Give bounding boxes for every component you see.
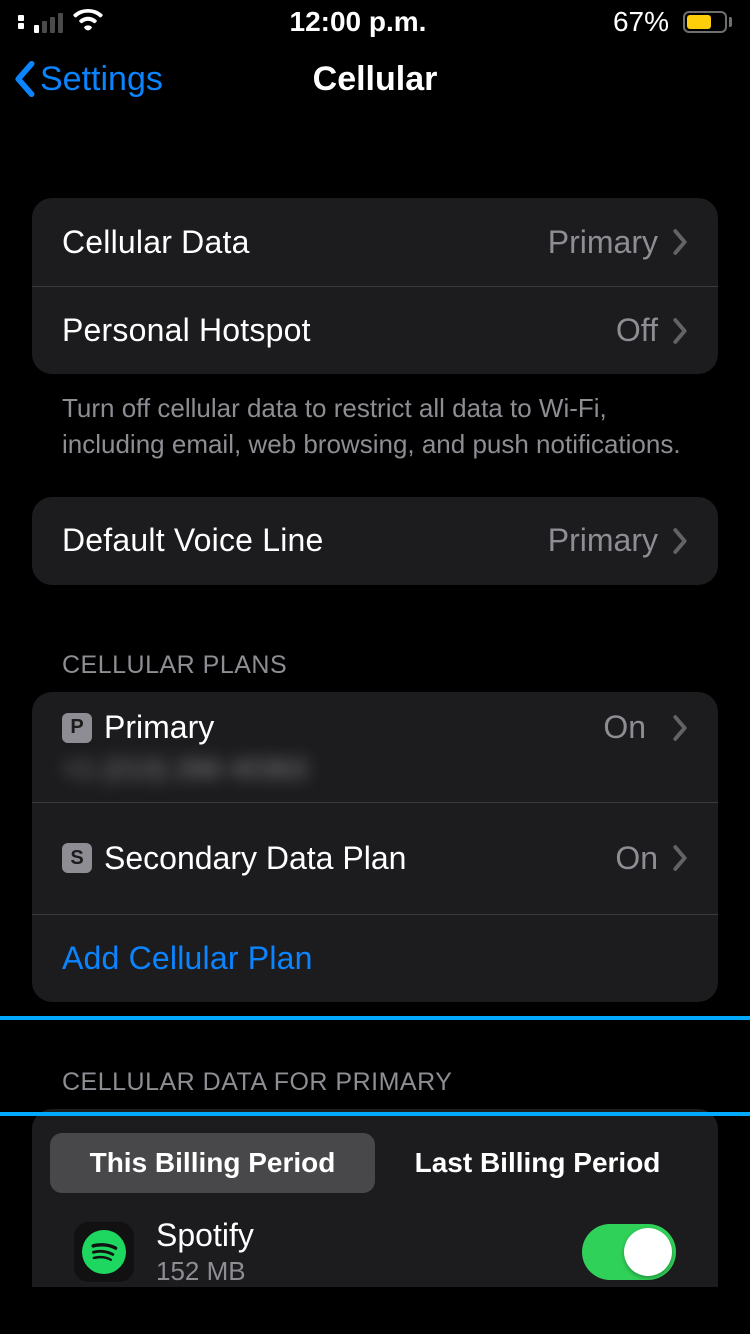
cellular-data-footer: Turn off cellular data to restrict all d… bbox=[32, 374, 718, 463]
status-bar: 12:00 p.m. 67% bbox=[0, 0, 750, 44]
chevron-right-icon bbox=[672, 228, 688, 256]
primary-plan-row[interactable]: P Primary On +1 (213) 266 40363 bbox=[32, 692, 718, 802]
cellular-data-label: Cellular Data bbox=[62, 224, 548, 261]
secondary-plan-name: Secondary Data Plan bbox=[104, 840, 615, 877]
chevron-right-icon bbox=[672, 317, 688, 345]
content-scroll[interactable]: Cellular Data Primary Personal Hotspot O… bbox=[0, 198, 750, 1287]
app-data-toggle[interactable] bbox=[582, 1224, 676, 1280]
personal-hotspot-value: Off bbox=[616, 312, 658, 349]
secondary-plan-value: On bbox=[615, 840, 658, 877]
status-left bbox=[18, 6, 103, 38]
back-label: Settings bbox=[40, 60, 163, 99]
cellular-signal-icon bbox=[34, 11, 63, 33]
personal-hotspot-label: Personal Hotspot bbox=[62, 312, 616, 349]
default-voice-line-label: Default Voice Line bbox=[62, 522, 548, 559]
cellular-data-value: Primary bbox=[548, 224, 658, 261]
chevron-right-icon bbox=[672, 844, 688, 872]
cellular-usage-header: CELLULAR DATA FOR PRIMARY bbox=[32, 1068, 718, 1109]
app-data-size: 152 MB bbox=[156, 1256, 560, 1287]
status-right: 67% bbox=[613, 6, 732, 38]
default-voice-line-row[interactable]: Default Voice Line Primary bbox=[32, 497, 718, 585]
nav-bar: Settings Cellular bbox=[0, 44, 750, 114]
spotify-app-icon bbox=[74, 1222, 134, 1282]
chevron-left-icon bbox=[12, 60, 36, 98]
personal-hotspot-row[interactable]: Personal Hotspot Off bbox=[32, 286, 718, 374]
primary-plan-value: On bbox=[603, 709, 646, 746]
primary-plan-name: Primary bbox=[104, 709, 591, 746]
status-time: 12:00 p.m. bbox=[290, 6, 427, 38]
battery-icon bbox=[683, 11, 732, 33]
chevron-right-icon bbox=[672, 527, 688, 555]
app-usage-row-spotify: Spotify 152 MB bbox=[44, 1199, 706, 1287]
tab-this-billing-period[interactable]: This Billing Period bbox=[50, 1133, 375, 1193]
default-voice-line-value: Primary bbox=[548, 522, 658, 559]
primary-plan-badge-icon: P bbox=[62, 713, 92, 743]
battery-percentage: 67% bbox=[613, 6, 669, 38]
tab-last-billing-period[interactable]: Last Billing Period bbox=[375, 1133, 700, 1193]
chevron-right-icon bbox=[672, 714, 688, 742]
cellular-options-group: Cellular Data Primary Personal Hotspot O… bbox=[32, 198, 718, 374]
cellular-plans-header: CELLULAR PLANS bbox=[32, 651, 718, 692]
billing-period-segmented: This Billing Period Last Billing Period bbox=[44, 1127, 706, 1199]
wifi-icon bbox=[73, 6, 103, 38]
back-button[interactable]: Settings bbox=[12, 44, 163, 114]
secondary-plan-row[interactable]: S Secondary Data Plan On bbox=[32, 802, 718, 914]
dual-sim-indicator-icon bbox=[18, 15, 24, 29]
primary-plan-number: +1 (213) 266 40363 bbox=[62, 753, 688, 785]
cellular-plans-group: P Primary On +1 (213) 266 40363 S Second… bbox=[32, 692, 718, 1002]
app-name: Spotify bbox=[156, 1217, 560, 1254]
page-title: Cellular bbox=[313, 60, 438, 99]
secondary-plan-badge-icon: S bbox=[62, 843, 92, 873]
add-cellular-plan-row[interactable]: Add Cellular Plan bbox=[32, 914, 718, 1002]
voice-line-group: Default Voice Line Primary bbox=[32, 497, 718, 585]
cellular-usage-group: This Billing Period Last Billing Period … bbox=[32, 1109, 718, 1287]
add-cellular-plan-label: Add Cellular Plan bbox=[62, 940, 688, 977]
cellular-data-row[interactable]: Cellular Data Primary bbox=[32, 198, 718, 286]
